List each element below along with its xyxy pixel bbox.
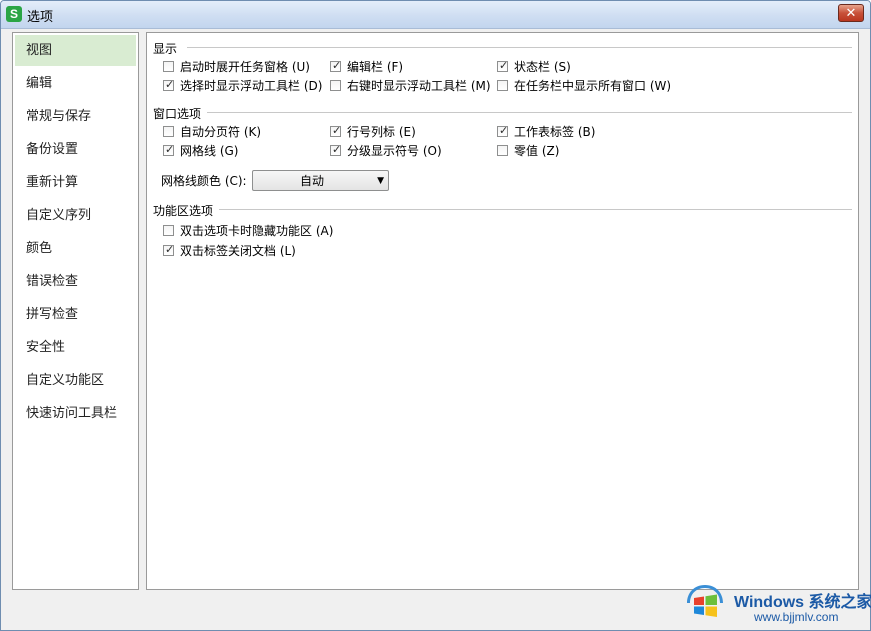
checkbox[interactable]: ✓: [163, 143, 175, 156]
sidebar-item-2[interactable]: 常规与保存: [15, 101, 136, 132]
checkbox-label: 在任务栏中显示所有窗口 (W): [514, 79, 672, 93]
checkbox[interactable]: [163, 126, 174, 137]
grid-color-value: 自动: [299, 174, 324, 188]
ribbon-group-divider: [219, 209, 852, 210]
checkbox-label: 右键时显示浮动工具栏 (M): [347, 79, 491, 93]
checkbox[interactable]: [163, 225, 174, 236]
grid-color-label: 网格线颜色 (C):: [161, 174, 247, 188]
category-sidebar: 视图 编辑 常规与保存 备份设置 重新计算 自定义序列 颜色 错误检查 拼写检查 安全性 自定义功能…: [12, 32, 139, 590]
sidebar-item-4[interactable]: 重新计算: [15, 167, 136, 198]
checkbox-label: 工作表标签 (B): [514, 125, 596, 139]
checkbox[interactable]: ✓: [497, 59, 509, 72]
checkbox[interactable]: [497, 145, 508, 156]
watermark: Windows 系统之家 www.bjjmlv.com: [680, 580, 871, 631]
sidebar-item-7[interactable]: 错误检查: [15, 266, 136, 297]
checkbox-label: 零值 (Z): [514, 144, 560, 158]
checkbox-label: 双击标签关闭文档 (L): [180, 244, 296, 258]
display-group-divider: [187, 47, 852, 48]
checkbox[interactable]: ✓: [330, 143, 342, 156]
checkmark-icon: ✓: [165, 78, 175, 91]
sidebar-item-10[interactable]: 自定义功能区: [15, 365, 136, 396]
watermark-url: www.bjjmlv.com: [754, 610, 839, 624]
checkbox[interactable]: [330, 80, 341, 91]
ribbon-group-title: 功能区选项: [153, 202, 218, 219]
sidebar-item-9[interactable]: 安全性: [15, 332, 136, 363]
checkbox-label: 编辑栏 (F): [347, 60, 404, 74]
view-settings-panel: 显示 启动时展开任务窗格 (U) ✓ 编辑栏 (F) ✓ 状态栏 (S) ✓ 选择时显…: [146, 32, 859, 590]
options-dialog: S 选项 ✕ 视图 编辑 常规与保存 备份设置 重新计算 自定义序列 颜色 错误检查 拼写检查安…: [0, 0, 871, 631]
sidebar-item-11[interactable]: 快速访问工具栏: [15, 398, 136, 429]
window-group-divider: [207, 112, 852, 113]
checkbox-label: 选择时显示浮动工具栏 (D): [180, 79, 323, 93]
sidebar-item-6[interactable]: 颜色: [15, 233, 136, 264]
checkbox-label: 分级显示符号 (O): [347, 144, 442, 158]
checkbox[interactable]: [497, 80, 508, 91]
checkmark-icon: ✓: [499, 124, 509, 137]
close-icon: ✕: [845, 6, 857, 21]
app-icon: S: [6, 6, 22, 22]
sidebar-item-0[interactable]: 视图: [15, 35, 136, 66]
watermark-title: Windows 系统之家: [734, 594, 871, 611]
checkbox-label: 双击选项卡时隐藏功能区 (A): [180, 224, 334, 238]
checkbox-label: 自动分页符 (K): [180, 125, 262, 139]
sidebar-item-3[interactable]: 备份设置: [15, 134, 136, 165]
chevron-down-icon: ▼: [377, 176, 384, 186]
checkbox-label: 启动时展开任务窗格 (U): [180, 60, 310, 74]
checkbox[interactable]: ✓: [330, 124, 342, 137]
checkmark-icon: ✓: [165, 143, 175, 156]
checkbox[interactable]: ✓: [330, 59, 342, 72]
windows-logo-icon: [687, 585, 723, 617]
window-group-title: 窗口选项: [153, 105, 206, 122]
dialog-title: 选项: [27, 10, 54, 25]
checkbox[interactable]: ✓: [163, 243, 175, 256]
checkbox-label: 状态栏 (S): [514, 60, 571, 74]
display-group-title: 显示: [153, 40, 182, 57]
sidebar-item-5[interactable]: 自定义序列: [15, 200, 136, 231]
checkmark-icon: ✓: [332, 59, 342, 72]
sidebar-item-8[interactable]: 拼写检查: [15, 299, 136, 330]
checkbox[interactable]: ✓: [163, 78, 175, 91]
sidebar-item-1[interactable]: 编辑: [15, 68, 136, 99]
checkmark-icon: ✓: [332, 143, 342, 156]
checkmark-icon: ✓: [165, 243, 175, 256]
checkmark-icon: ✓: [499, 59, 509, 72]
close-button[interactable]: ✕: [838, 4, 864, 22]
checkbox[interactable]: [163, 61, 174, 72]
grid-color-select[interactable]: 自动 ▼: [252, 170, 389, 191]
checkmark-icon: ✓: [332, 124, 342, 137]
checkbox[interactable]: ✓: [497, 124, 509, 137]
checkbox-label: 网格线 (G): [180, 144, 239, 158]
checkbox-label: 行号列标 (E): [347, 125, 416, 139]
title-bar: S 选项 ✕: [1, 1, 870, 29]
